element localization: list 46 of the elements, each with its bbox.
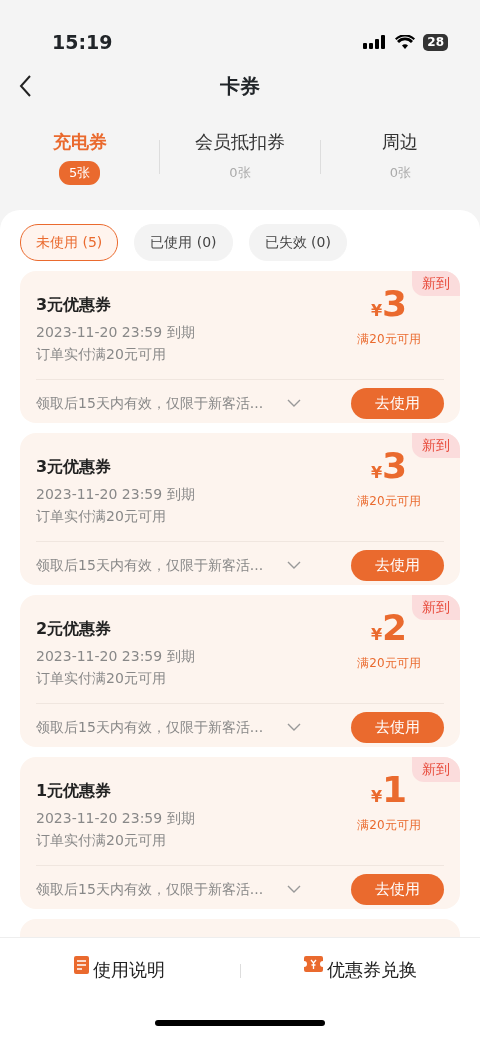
- chevron-down-icon[interactable]: [287, 885, 302, 894]
- coupon-amount: ¥1: [369, 771, 409, 812]
- coupon-amount: ¥3: [369, 285, 409, 326]
- expiry-text: 2023-11-20 23:59 到期: [36, 323, 195, 342]
- coupon-title: 2元优惠券: [36, 618, 113, 640]
- chevron-down-icon[interactable]: [287, 399, 302, 408]
- clock-time: 15:19: [52, 29, 113, 55]
- note-text: 领取后15天内有效，仅限于新客活...: [36, 394, 264, 414]
- back-icon[interactable]: [18, 74, 32, 98]
- coupon-title: 1元优惠券: [36, 780, 113, 802]
- signal-icon: [363, 35, 388, 49]
- new-badge: 新到: [412, 757, 460, 782]
- filter-chip[interactable]: 已使用 (0): [134, 224, 233, 261]
- expiry-text: 2023-11-20 23:59 到期: [36, 485, 195, 504]
- threshold-text: 满20元可用: [356, 655, 422, 672]
- new-badge: 新到: [412, 271, 460, 296]
- condition-text: 订单实付满20元可用: [36, 669, 167, 688]
- coupon-amount: ¥2: [369, 609, 409, 650]
- wifi-icon: [395, 35, 416, 49]
- threshold-text: 满20元可用: [356, 331, 422, 348]
- note-text: 领取后15天内有效，仅限于新客活...: [36, 556, 264, 576]
- document-icon: [74, 956, 90, 974]
- chevron-down-icon[interactable]: [287, 723, 302, 732]
- coupon-title: 3元优惠券: [36, 456, 113, 478]
- category-tab[interactable]: 周边 0张: [320, 128, 480, 210]
- page-title: 卡券: [220, 73, 260, 100]
- category-tab[interactable]: 会员抵扣券 0张: [160, 128, 320, 210]
- new-badge: 新到: [412, 595, 460, 620]
- expiry-text: 2023-11-20 23:59 到期: [36, 809, 195, 828]
- note-text: 领取后15天内有效，仅限于新客活...: [36, 718, 264, 738]
- coupon-amount: ¥3: [369, 447, 409, 488]
- footer-link[interactable]: 优惠券兑换: [240, 938, 480, 1038]
- expiry-text: 2023-11-20 23:59 到期: [36, 647, 195, 666]
- condition-text: 订单实付满20元可用: [36, 831, 167, 850]
- chevron-down-icon[interactable]: [287, 561, 302, 570]
- filter-chip[interactable]: 已失效 (0): [248, 224, 347, 261]
- note-text: 领取后15天内有效，仅限于新客活...: [36, 880, 264, 900]
- condition-text: 订单实付满20元可用: [36, 507, 167, 526]
- threshold-text: 满20元可用: [356, 493, 422, 510]
- battery-icon: 28: [423, 33, 448, 51]
- condition-text: 订单实付满20元可用: [36, 345, 167, 364]
- ticket-icon: [303, 956, 323, 972]
- coupon-title: 3元优惠券: [36, 294, 113, 316]
- threshold-text: 满20元可用: [356, 817, 422, 834]
- footer-link[interactable]: 使用说明: [0, 938, 240, 1038]
- new-badge: 新到: [412, 433, 460, 458]
